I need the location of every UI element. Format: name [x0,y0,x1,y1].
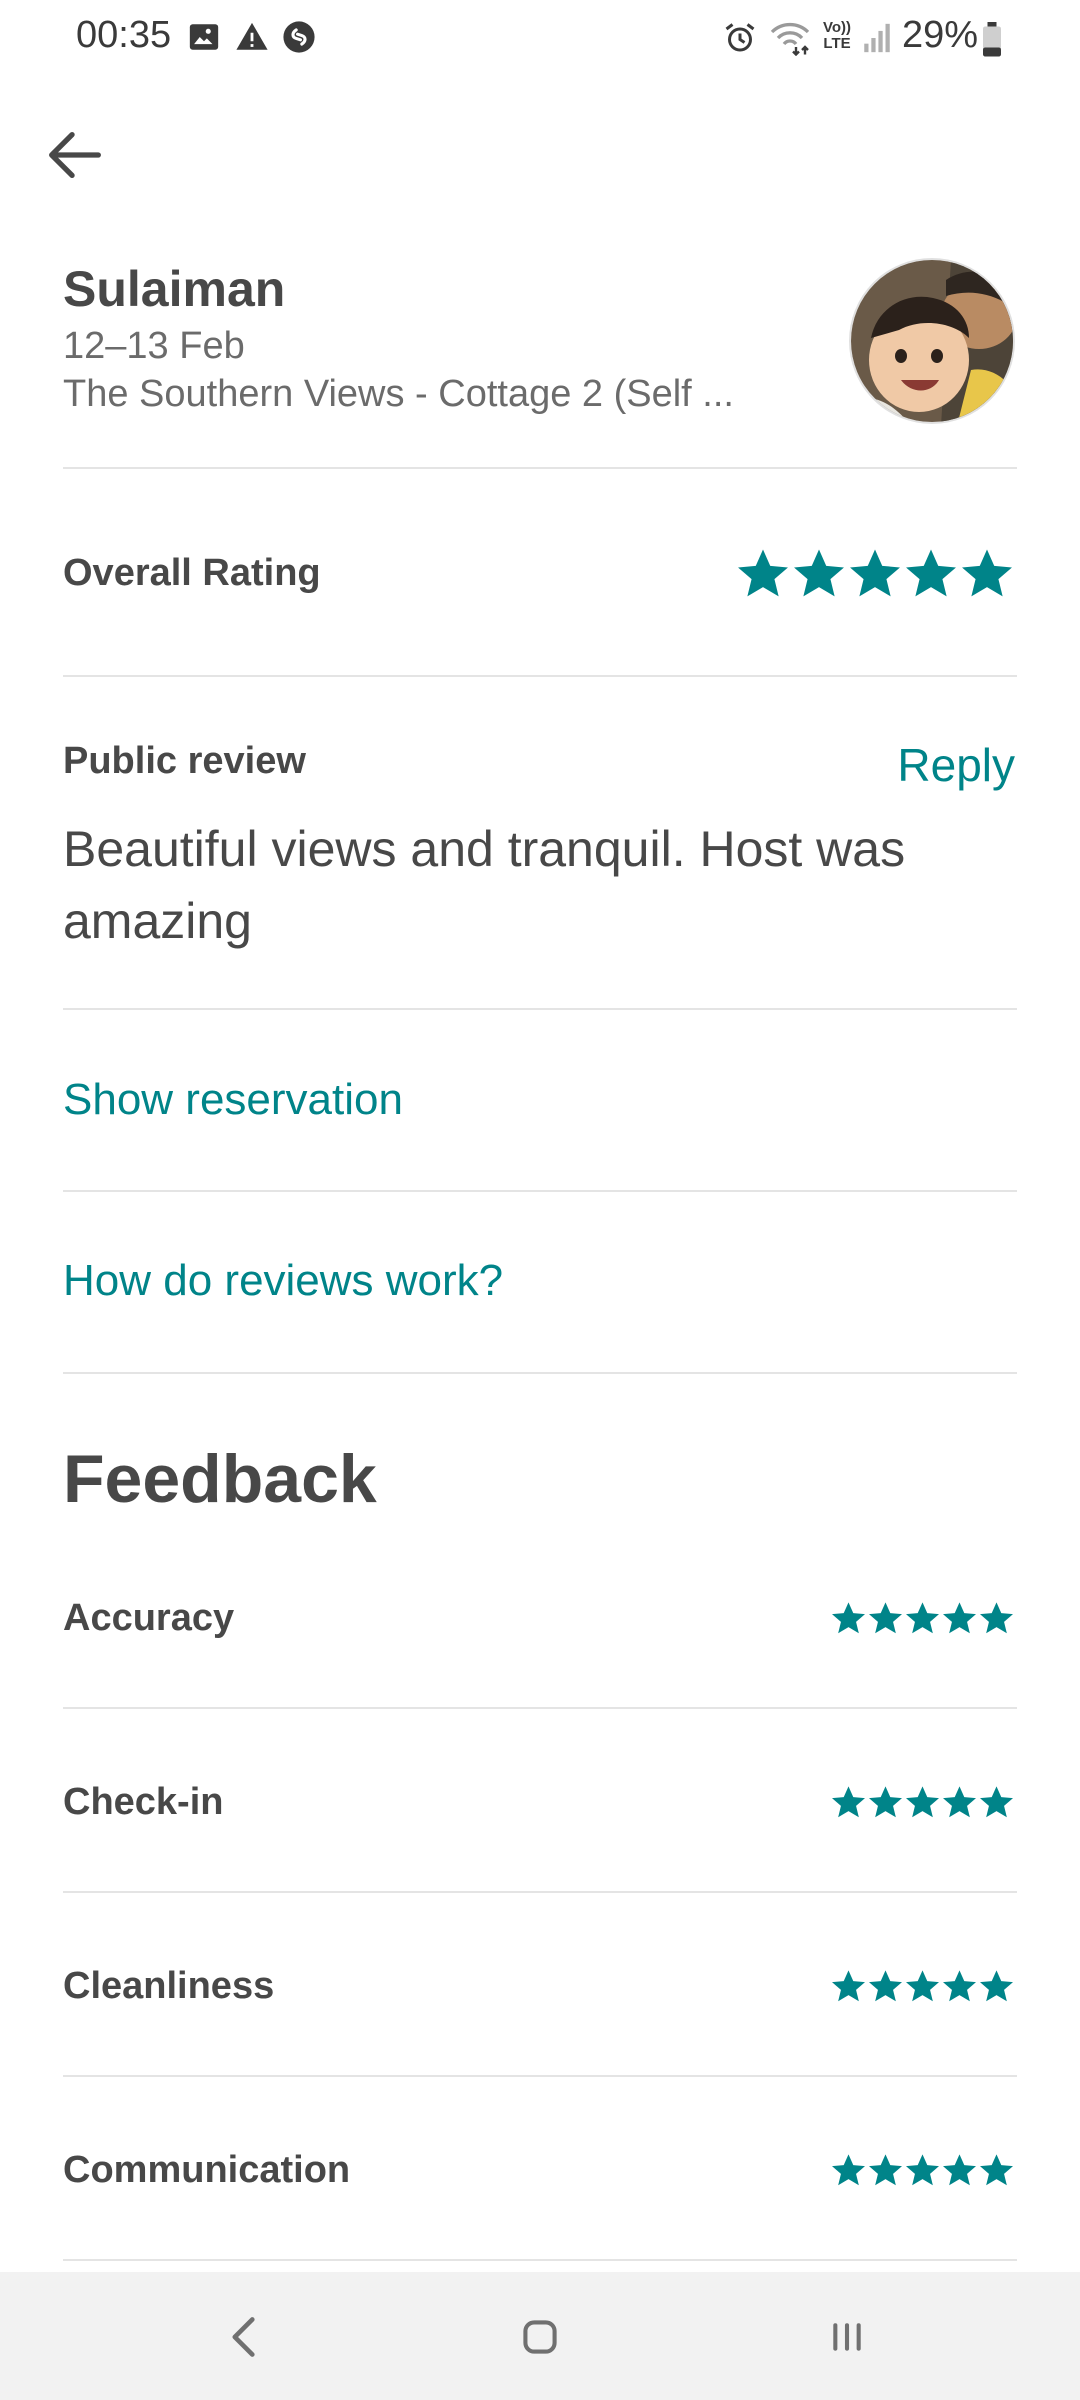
star-icon [869,2154,902,2186]
status-time: 00:35 [76,14,172,56]
star-icon [943,1786,976,1818]
divider [63,1707,1017,1709]
star-icon [943,1970,976,2002]
feedback-stars-cleanliness [830,1968,1015,2005]
divider [63,1891,1017,1893]
star-icon [832,1970,865,2002]
guest-name: Sulaiman [63,261,286,317]
star-icon [980,1602,1013,1634]
divider [63,467,1017,469]
back-button[interactable] [40,120,110,190]
alarm-icon [725,23,755,52]
star-icon [980,1786,1013,1818]
star-icon [962,549,1012,597]
star-icon [943,2154,976,2186]
feedback-stars-checkin [830,1784,1015,1821]
star-icon [980,2154,1013,2186]
nav-home-button[interactable] [505,2302,575,2372]
star-icon [943,1602,976,1634]
feedback-label-checkin: Check-in [63,1781,224,1823]
shazam-icon [283,21,315,53]
star-icon [869,1970,902,2002]
image-icon [189,24,219,50]
feedback-label-cleanliness: Cleanliness [63,1965,275,2007]
recents-nav-icon [833,2323,861,2351]
divider [63,2259,1017,2261]
star-icon [869,1786,902,1818]
nav-back-button[interactable] [210,2302,280,2372]
star-icon [980,1970,1013,2002]
feedback-title: Feedback [63,1441,377,1517]
star-icon [906,2154,939,2186]
review-text: Beautiful views and tranquil. Host was a… [63,821,906,949]
battery-percent: 29% [902,14,979,56]
overall-rating-stars [735,546,1015,602]
status-bar: 00:35 Vo)) LTE 29% [0,0,1080,80]
star-icon [832,1602,865,1634]
star-icon [794,549,844,597]
warning-icon [236,22,268,50]
volte-icon: Vo)) LTE [822,19,852,52]
signal-icon [864,23,890,53]
feedback-stars-communication [830,2152,1015,2189]
star-icon [832,1786,865,1818]
stay-dates: 12–13 Feb [63,325,245,367]
system-nav-bar [0,2272,1080,2400]
feedback-label-accuracy: Accuracy [63,1597,235,1639]
feedback-stars-accuracy [830,1600,1015,1637]
guest-photo [851,260,1013,422]
star-icon [906,1970,939,2002]
star-icon [832,2154,865,2186]
arrow-left-icon [49,131,101,179]
star-icon [869,1602,902,1634]
star-icon [906,1602,939,1634]
home-nav-icon [523,2320,557,2354]
how-reviews-work-link[interactable]: How do reviews work? [63,1256,503,1306]
wifi-icon [770,22,810,56]
star-icon [850,549,900,597]
feedback-label-communication: Communication [63,2149,351,2191]
divider [63,2075,1017,2077]
avatar[interactable] [849,258,1015,424]
star-icon [738,549,788,597]
overall-rating-label: Overall Rating [63,552,321,594]
nav-recents-button[interactable] [812,2302,882,2372]
reply-link[interactable]: Reply [897,738,1015,792]
back-nav-icon [232,2317,255,2357]
star-icon [906,549,956,597]
listing-name: The Southern Views - Cottage 2 (Self ... [63,373,734,415]
divider [63,1008,1017,1010]
divider [63,1190,1017,1192]
battery-icon [983,22,1001,57]
divider [63,1372,1017,1374]
star-icon [906,1786,939,1818]
divider [63,675,1017,677]
show-reservation-link[interactable]: Show reservation [63,1075,403,1125]
public-review-label: Public review [63,740,306,782]
